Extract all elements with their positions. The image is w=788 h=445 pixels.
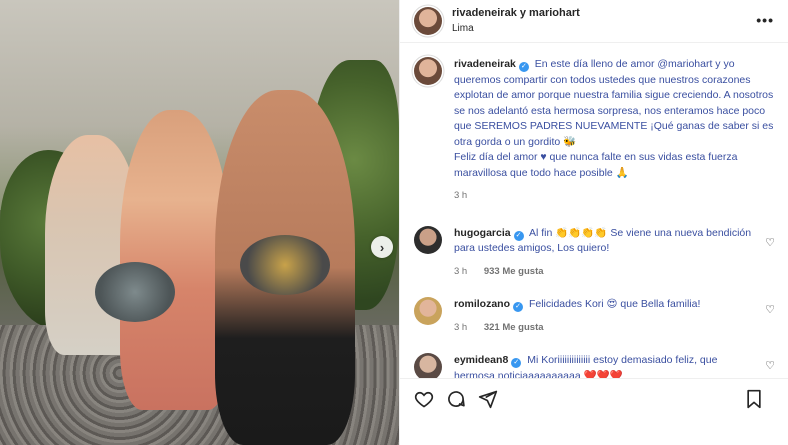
heart-icon [414, 391, 434, 408]
comment-avatar[interactable] [414, 297, 442, 325]
caption: rivadeneirak ✓ En este día lleno de amor … [414, 57, 775, 204]
comment-avatar[interactable] [414, 353, 442, 378]
comment-username[interactable]: hugogarcia [454, 227, 511, 239]
belly-painting-beer [240, 235, 330, 295]
caption-time[interactable]: 3 h [454, 190, 467, 201]
comment-like-heart-icon[interactable]: ♡ [765, 303, 775, 316]
location-link[interactable]: Lima [452, 21, 580, 36]
caption-text: En este día lleno de amor @mariohart y y… [454, 58, 774, 148]
comment-username[interactable]: eymidean8 [454, 354, 508, 366]
share-icon [478, 390, 498, 409]
verified-badge-icon: ✓ [518, 62, 529, 72]
next-photo-button[interactable]: › [371, 236, 393, 258]
comment-avatar[interactable] [414, 225, 442, 254]
action-bar [400, 378, 788, 445]
verified-badge-icon: ✓ [513, 302, 524, 312]
post-photo[interactable]: › [0, 0, 399, 445]
comment-time[interactable]: 3 h [454, 266, 467, 277]
caption-username[interactable]: rivadeneirak [454, 58, 516, 70]
comment-icon [448, 391, 465, 407]
bookmark-icon [747, 389, 761, 409]
more-options-button[interactable]: ••• [756, 12, 774, 28]
comments-list[interactable]: rivadeneirak ✓ En este día lleno de amor … [400, 43, 788, 378]
post-modal: › rivadeneirak y mariohart Lima ••• riva… [0, 0, 788, 445]
share-button[interactable] [478, 389, 498, 409]
comment-item: hugogarcia ✓ Al fin 👏👏👏👏 Se viene una nue… [414, 225, 775, 280]
comment-text: Felicidades Kori 😍 que Bella familia! [528, 298, 701, 310]
caption-avatar[interactable] [414, 57, 442, 85]
verified-badge-icon: ✓ [513, 230, 524, 241]
comment-likes[interactable]: 933 Me gusta [484, 266, 544, 277]
save-button[interactable] [745, 389, 763, 409]
like-button[interactable] [414, 389, 434, 409]
comment-like-heart-icon[interactable]: ♡ [765, 236, 775, 249]
comment-username[interactable]: romilozano [454, 298, 510, 310]
belly-painting-ultrasound [95, 262, 175, 322]
author-names[interactable]: rivadeneirak y mariohart [452, 6, 580, 21]
post-header: rivadeneirak y mariohart Lima ••• [400, 0, 788, 43]
comment-like-heart-icon[interactable]: ♡ [765, 359, 775, 372]
comment-item: eymidean8 ✓ Mi Koriiiiiiiiiiiiii estoy de… [414, 353, 775, 378]
comment-likes[interactable]: 321 Me gusta [484, 322, 544, 333]
comment-item: romilozano ✓ Felicidades Kori 😍 que Bella… [414, 297, 775, 335]
photo-woman [120, 110, 230, 410]
post-side-panel: rivadeneirak y mariohart Lima ••• rivade… [399, 0, 788, 445]
author-avatar[interactable] [414, 7, 442, 35]
verified-badge-icon: ✓ [511, 358, 522, 368]
chevron-right-icon: › [379, 239, 385, 255]
comment-button[interactable] [446, 389, 466, 409]
comment-time[interactable]: 3 h [454, 322, 467, 333]
caption-text-2: Feliz día del amor ♥ que nunca falte en … [454, 151, 738, 179]
